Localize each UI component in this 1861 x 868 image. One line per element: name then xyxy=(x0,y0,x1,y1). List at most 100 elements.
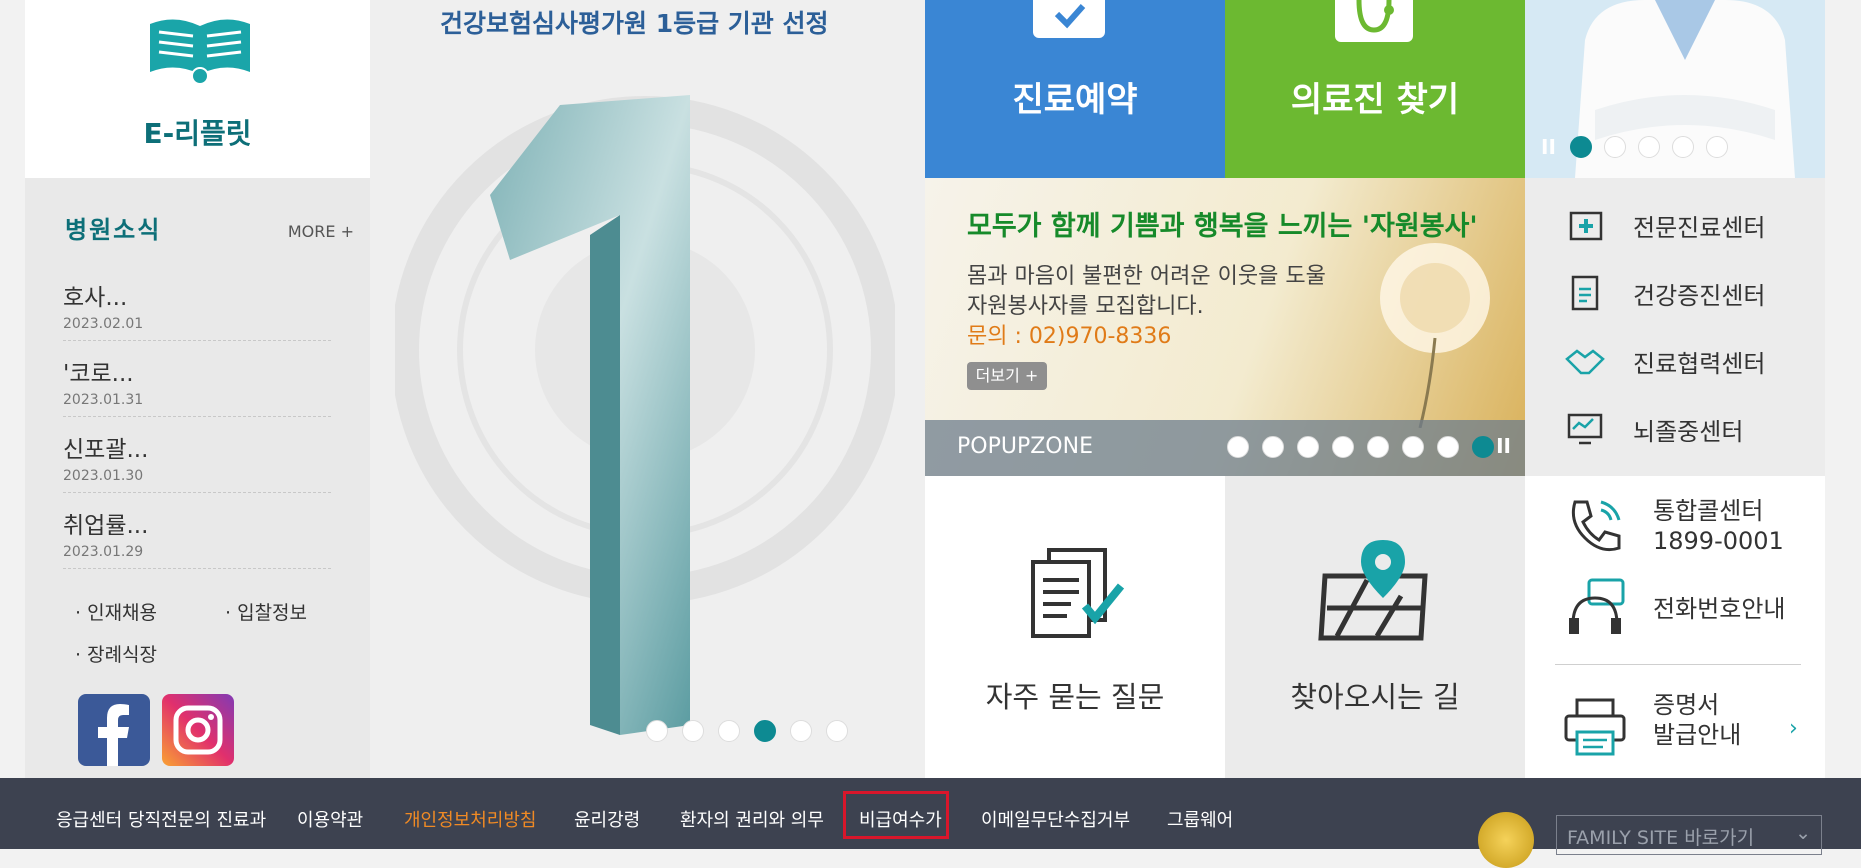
news-item[interactable]: 호사... 2023.02.01 xyxy=(63,278,331,341)
popup-slider-dots xyxy=(1227,436,1494,458)
news-item-date: 2023.02.01 xyxy=(63,316,144,332)
hero-slider-dots xyxy=(646,720,848,742)
stethoscope-icon xyxy=(1335,0,1413,42)
number-one-graphic xyxy=(490,95,690,735)
slider-dot[interactable] xyxy=(1672,136,1694,158)
find-doctor-label: 의료진 찾기 xyxy=(1290,80,1460,120)
headset-icon[interactable] xyxy=(1565,576,1627,642)
divider xyxy=(1555,664,1801,665)
slider-dot-active[interactable] xyxy=(1570,136,1592,158)
chevron-right-icon[interactable]: › xyxy=(1789,716,1798,741)
news-item-title: 취업률... xyxy=(63,513,149,539)
faq-tile[interactable]: 자주 묻는 질문 xyxy=(925,476,1225,778)
slider-dot[interactable] xyxy=(826,720,848,742)
slider-dot[interactable] xyxy=(682,720,704,742)
dandelion-image xyxy=(1380,243,1490,428)
news-item[interactable]: 취업률... 2023.01.29 xyxy=(63,506,331,569)
handshake-icon xyxy=(1565,349,1605,375)
slider-dot[interactable] xyxy=(1706,136,1728,158)
slider-dot[interactable] xyxy=(646,720,668,742)
pause-icon[interactable]: II xyxy=(1541,135,1556,159)
callcenter-number: 1899-0001 xyxy=(1653,527,1784,555)
footer-link-privacy[interactable]: 개인정보처리방침 xyxy=(404,806,536,832)
certificate-line-1[interactable]: 증명서 xyxy=(1653,690,1719,720)
news-item[interactable]: 신포괄... 2023.01.30 xyxy=(63,430,331,493)
certificate-line-2[interactable]: 발급안내 xyxy=(1653,720,1741,750)
center-label: 진료협력센터 xyxy=(1633,349,1766,378)
footer-link-terms[interactable]: 이용약관 xyxy=(297,806,363,832)
link-bidding-label: 입찰정보 xyxy=(237,602,308,624)
slider-dot[interactable] xyxy=(1227,436,1249,458)
popupzone-bar: POPUPZONE II xyxy=(925,420,1525,476)
center-label: 건강증진센터 xyxy=(1633,281,1766,310)
printer-icon[interactable] xyxy=(1563,698,1627,756)
appointment-label: 진료예약 xyxy=(1012,80,1138,120)
hero-headline: 건강보험심사평가원 1등급 기관 선정 xyxy=(440,9,829,38)
news-item-date: 2023.01.30 xyxy=(63,468,144,484)
e-brochure-tile[interactable]: E-리플릿 xyxy=(25,0,370,178)
center-label: 뇌졸중센터 xyxy=(1633,417,1744,446)
document-check-icon xyxy=(1031,548,1125,638)
news-item[interactable]: '코로... 2023.01.31 xyxy=(63,354,331,417)
popup-more-button[interactable]: 더보기 + xyxy=(967,362,1047,390)
news-item-title: 호사... xyxy=(63,285,128,311)
slider-dot[interactable] xyxy=(1262,436,1284,458)
center-specialty[interactable]: 전문진료센터 xyxy=(1565,200,1765,250)
news-item-date: 2023.01.31 xyxy=(63,392,144,408)
slider-dot[interactable] xyxy=(1367,436,1389,458)
phone-icon[interactable] xyxy=(1565,496,1625,556)
medical-kit-icon xyxy=(1569,211,1603,241)
facebook-icon[interactable] xyxy=(78,694,150,766)
popup-text-2: 자원봉사자를 모집합니다. xyxy=(967,294,1204,319)
find-doctor-tile[interactable]: 의료진 찾기 xyxy=(1225,0,1525,178)
phone-guide-label[interactable]: 전화번호안내 xyxy=(1653,594,1785,624)
link-funeral[interactable]: · 장례식장 xyxy=(75,640,157,667)
footer-link-ethics[interactable]: 윤리강령 xyxy=(574,806,640,832)
footer-link-emergency[interactable]: 응급센터 당직전문의 진료과 xyxy=(56,806,266,832)
slider-dot[interactable] xyxy=(1604,136,1626,158)
footer-link-email-refusal[interactable]: 이메일무단수집거부 xyxy=(981,806,1130,832)
popup-headline: 모두가 함께 기쁨과 행복을 느끼는 '자원봉사' xyxy=(967,211,1478,242)
slider-dot[interactable] xyxy=(1332,436,1354,458)
more-link[interactable]: MORE + xyxy=(288,222,354,241)
popup-text-1: 몸과 마음이 불편한 어려운 이웃을 도울 xyxy=(967,264,1326,289)
doctor-slider-dots xyxy=(1570,136,1728,158)
link-recruit[interactable]: · 인재채용 xyxy=(75,598,157,625)
pause-icon[interactable]: II xyxy=(1496,434,1511,458)
footer-link-groupware[interactable]: 그룹웨어 xyxy=(1167,806,1233,832)
appointment-tile[interactable]: 진료예약 xyxy=(925,0,1225,178)
calendar-check-icon xyxy=(1033,0,1105,38)
center-health-promotion[interactable]: 건강증진센터 xyxy=(1565,268,1765,318)
slider-dot[interactable] xyxy=(1402,436,1424,458)
news-title: 병원소식 xyxy=(65,216,162,244)
news-item-title: 신포괄... xyxy=(63,437,149,463)
slider-dot[interactable] xyxy=(1437,436,1459,458)
clipboard-icon xyxy=(1571,275,1599,311)
monitor-icon xyxy=(1567,413,1603,445)
slider-dot[interactable] xyxy=(1297,436,1319,458)
news-item-date: 2023.01.29 xyxy=(63,544,144,560)
slider-dot[interactable] xyxy=(718,720,740,742)
footer-link-non-covered-fees[interactable]: 비급여수가 xyxy=(859,806,942,832)
slider-dot[interactable] xyxy=(790,720,812,742)
doctor-slider[interactable]: II xyxy=(1525,0,1825,178)
center-cooperation[interactable]: 진료협력센터 xyxy=(1565,336,1765,386)
footer: 응급센터 당직전문의 진료과 이용약관 개인정보처리방침 윤리강령 환자의 권리… xyxy=(0,778,1861,868)
hero-banner[interactable]: 건강보험심사평가원 1등급 기관 선정 xyxy=(370,0,925,778)
directions-tile[interactable]: 찾아오시는 길 xyxy=(1225,476,1525,778)
contacts-panel: 통합콜센터 1899-0001 전화번호안내 증명서 발급안내 › xyxy=(1525,476,1825,778)
book-icon xyxy=(150,19,250,84)
family-site-select[interactable]: FAMILY SITE 바로가기 ⌄ xyxy=(1556,815,1822,855)
instagram-icon[interactable] xyxy=(162,694,234,766)
popupzone-label: POPUPZONE xyxy=(957,434,1093,459)
link-recruit-label: 인재채용 xyxy=(87,602,158,624)
footer-link-patient-rights[interactable]: 환자의 권리와 의무 xyxy=(680,806,824,832)
popup-zone[interactable]: 모두가 함께 기쁨과 행복을 느끼는 '자원봉사' 몸과 마음이 불편한 어려운… xyxy=(925,178,1525,476)
link-funeral-label: 장례식장 xyxy=(87,644,158,666)
center-stroke[interactable]: 뇌졸중센터 xyxy=(1565,404,1743,454)
slider-dot-active[interactable] xyxy=(1472,436,1494,458)
popup-contact: 문의 : 02)970-8336 xyxy=(967,324,1172,349)
slider-dot[interactable] xyxy=(1638,136,1660,158)
link-bidding[interactable]: · 입찰정보 xyxy=(225,598,307,625)
slider-dot-active[interactable] xyxy=(754,720,776,742)
